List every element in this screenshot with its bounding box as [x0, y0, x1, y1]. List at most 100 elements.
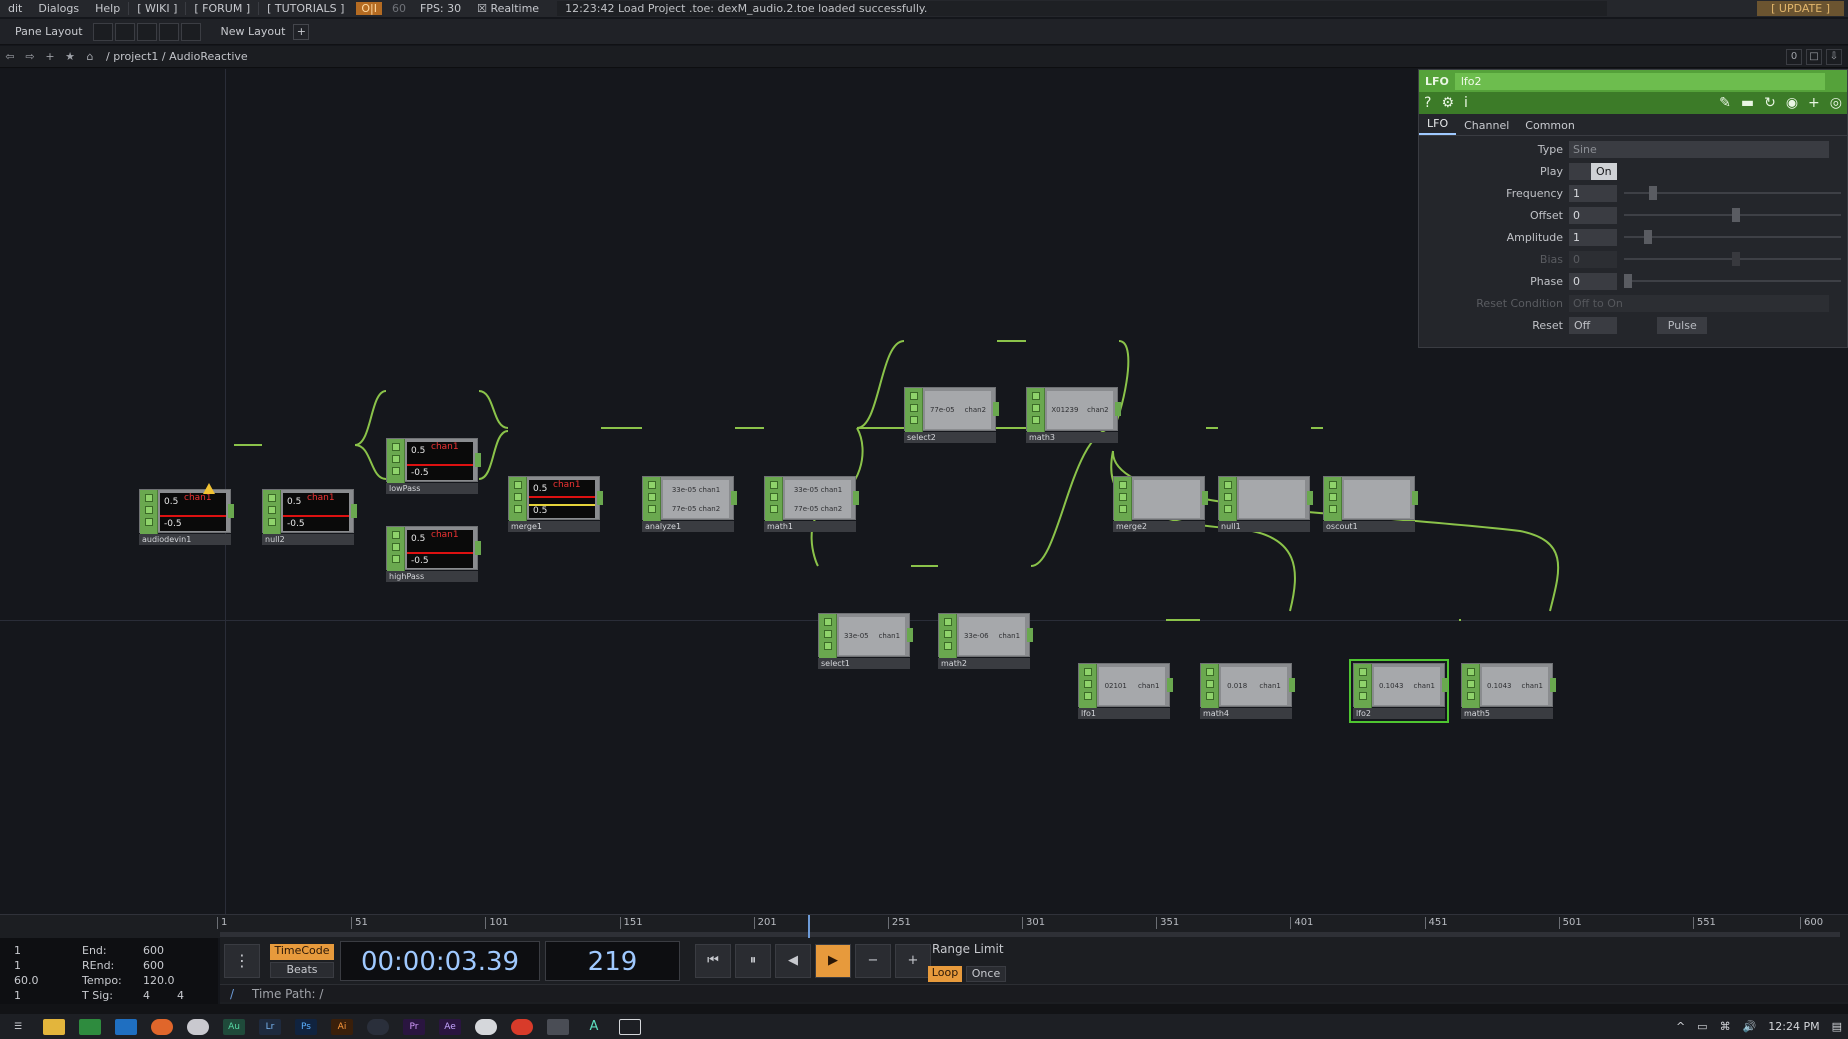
node-merge2[interactable]: merge2 [1113, 476, 1208, 532]
layout-split-vertical-button[interactable] [114, 22, 135, 41]
node-lowpass[interactable]: 0.5 chan1 -0.5 lowPass [386, 438, 481, 494]
amplitude-slider-knob[interactable] [1644, 230, 1652, 244]
node-select2[interactable]: 77e-05 chan2 select2 [904, 387, 999, 443]
end-value[interactable]: 600 [143, 944, 164, 957]
frequency-slider-knob[interactable] [1649, 186, 1657, 200]
op-name-field[interactable]: lfo2 [1454, 72, 1825, 90]
chevron-up-icon[interactable]: ^ [1676, 1020, 1685, 1033]
menu-dialogs[interactable]: Dialogs [30, 2, 87, 15]
pencil-icon[interactable]: ✎ [1714, 95, 1736, 111]
time-slider-toggle[interactable]: ⋮ [224, 944, 260, 978]
layout-three-button[interactable] [158, 22, 179, 41]
rewind-button[interactable]: ⏮ [695, 944, 731, 978]
step-back-button[interactable]: − [855, 944, 891, 978]
info-icon[interactable]: i [1459, 95, 1473, 111]
timecode-display[interactable]: 00:00:03.39 [340, 941, 540, 981]
node-oscout1[interactable]: oscout1 [1323, 476, 1418, 532]
timeline[interactable]: 1 51 101 151 201 251 301 351 401 451 501 551 600 [0, 914, 1848, 939]
play-reverse-button[interactable]: ◀ [775, 944, 811, 978]
volume-icon[interactable]: 🔊 [1743, 1020, 1757, 1033]
network-icon[interactable]: ⌘ [1720, 1020, 1731, 1033]
new-layout-label[interactable]: New Layout [221, 25, 286, 38]
illustrator-icon[interactable]: Ai [331, 1018, 353, 1035]
frequency-field[interactable]: 1 [1569, 184, 1617, 202]
target-icon[interactable]: ◎ [1825, 95, 1847, 111]
offset-field[interactable]: 0 [1569, 206, 1617, 224]
node-audiodevin1[interactable]: 0.5 chan1 -0.5 audiodevin1 [139, 483, 234, 545]
warning-icon[interactable] [203, 483, 215, 494]
tab-channel[interactable]: Channel [1456, 116, 1517, 135]
battery-icon[interactable]: ▭ [1697, 1020, 1707, 1033]
phase-slider[interactable] [1624, 274, 1841, 288]
comment-icon[interactable]: ▬ [1736, 95, 1759, 111]
oi-button[interactable]: O|I [356, 2, 382, 15]
globe-icon[interactable]: ◉ [1781, 95, 1803, 111]
node-analyze1[interactable]: 33e-05 chan1 77e-05 chan2 analyze1 [642, 476, 737, 532]
pane-menu-icon[interactable]: ⇩ [1826, 48, 1842, 65]
phase-slider-knob[interactable] [1624, 274, 1632, 288]
node-math5[interactable]: 0.1043 chan1 math5 [1461, 663, 1556, 719]
rstart-value[interactable]: 1 [14, 959, 21, 972]
reset-toggle[interactable]: Off [1569, 316, 1618, 334]
node-select1[interactable]: 33e-05 chan1 select1 [818, 613, 913, 669]
play-button[interactable]: ▶ [815, 944, 851, 978]
pulse-button[interactable]: Pulse [1657, 316, 1708, 334]
record-icon[interactable] [511, 1018, 533, 1035]
node-math4[interactable]: 0.018 chan1 math4 [1200, 663, 1295, 719]
update-button[interactable]: [ UPDATE ] [1757, 1, 1844, 16]
back-arrow-icon[interactable]: ⇦ [0, 50, 20, 63]
maximize-icon[interactable]: □ [1806, 48, 1822, 65]
touchdesigner-icon[interactable] [547, 1018, 569, 1035]
node-merge1[interactable]: 0.5 chan1 0.5 merge1 [508, 476, 603, 532]
node-lfo2[interactable]: 0.1043 chan1 lfo2 [1349, 659, 1449, 723]
plus-icon[interactable]: + [1803, 95, 1825, 111]
breadcrumb[interactable]: / project1 / AudioReactive [106, 50, 248, 63]
forum-link[interactable]: [ FORUM ] [185, 2, 258, 15]
menu-help[interactable]: Help [87, 2, 128, 15]
tsig-denominator[interactable]: 4 [177, 989, 184, 1002]
notifications-icon[interactable]: ▤ [1832, 1020, 1842, 1033]
resolve-icon[interactable] [367, 1018, 389, 1035]
node-null2[interactable]: 0.5 chan1 -0.5 null2 [262, 489, 357, 545]
pane-id-button[interactable]: 0 [1786, 48, 1802, 65]
frame-display[interactable]: 219 [545, 941, 680, 981]
spreadsheet-icon[interactable] [79, 1018, 101, 1035]
realtime-checkbox[interactable]: ☒ Realtime [469, 2, 547, 15]
node-math1[interactable]: 33e-05 chan1 77e-05 chan2 math1 [764, 476, 859, 532]
window-icon[interactable] [619, 1018, 641, 1035]
layout-split-horizontal-button[interactable] [136, 22, 157, 41]
rate-value[interactable]: 60.0 [14, 974, 39, 987]
app-a-icon[interactable]: A [583, 1019, 605, 1035]
wiki-link[interactable]: [ WIKI ] [128, 2, 185, 15]
phase-field[interactable]: 0 [1569, 272, 1617, 290]
offset-slider[interactable] [1624, 208, 1841, 222]
play-toggle[interactable]: On [1569, 162, 1617, 180]
home-icon[interactable]: ⌂ [80, 50, 100, 63]
task-view-icon[interactable]: ☰ [7, 1019, 29, 1035]
offset-slider-knob[interactable] [1732, 208, 1740, 222]
amplitude-field[interactable]: 1 [1569, 228, 1617, 246]
premiere-icon[interactable]: Pr [403, 1018, 425, 1035]
time-path-label[interactable]: Time Path: / [252, 987, 323, 1001]
timeline-cursor[interactable] [807, 915, 810, 939]
tutorials-link[interactable]: [ TUTORIALS ] [258, 2, 352, 15]
outlook-icon[interactable] [115, 1018, 137, 1035]
beats-button[interactable]: Beats [270, 962, 334, 978]
python-icon[interactable]: ⚙ [1436, 95, 1459, 111]
add-icon[interactable]: + [40, 50, 60, 63]
start-value[interactable]: 1 [14, 944, 21, 957]
forward-arrow-icon[interactable]: ⇨ [20, 50, 40, 63]
clock[interactable]: 12:24 PM [1768, 1020, 1819, 1033]
after-effects-icon[interactable]: Ae [439, 1018, 461, 1035]
audition-icon[interactable]: Au [223, 1018, 245, 1035]
rend-value[interactable]: 600 [143, 959, 164, 972]
tab-lfo[interactable]: LFO [1419, 114, 1457, 135]
amplitude-slider[interactable] [1624, 230, 1841, 244]
fps-cap[interactable]: 60 [386, 2, 412, 15]
loop-button[interactable]: Loop [928, 966, 962, 982]
type-menu[interactable]: Sine [1569, 140, 1829, 158]
timeline-track[interactable] [220, 932, 1840, 937]
photoshop-icon[interactable]: Ps [295, 1018, 317, 1035]
timeline-ruler[interactable]: 1 51 101 151 201 251 301 351 401 451 501 551 600 [217, 915, 1848, 939]
menu-edit[interactable]: dit [0, 2, 30, 15]
